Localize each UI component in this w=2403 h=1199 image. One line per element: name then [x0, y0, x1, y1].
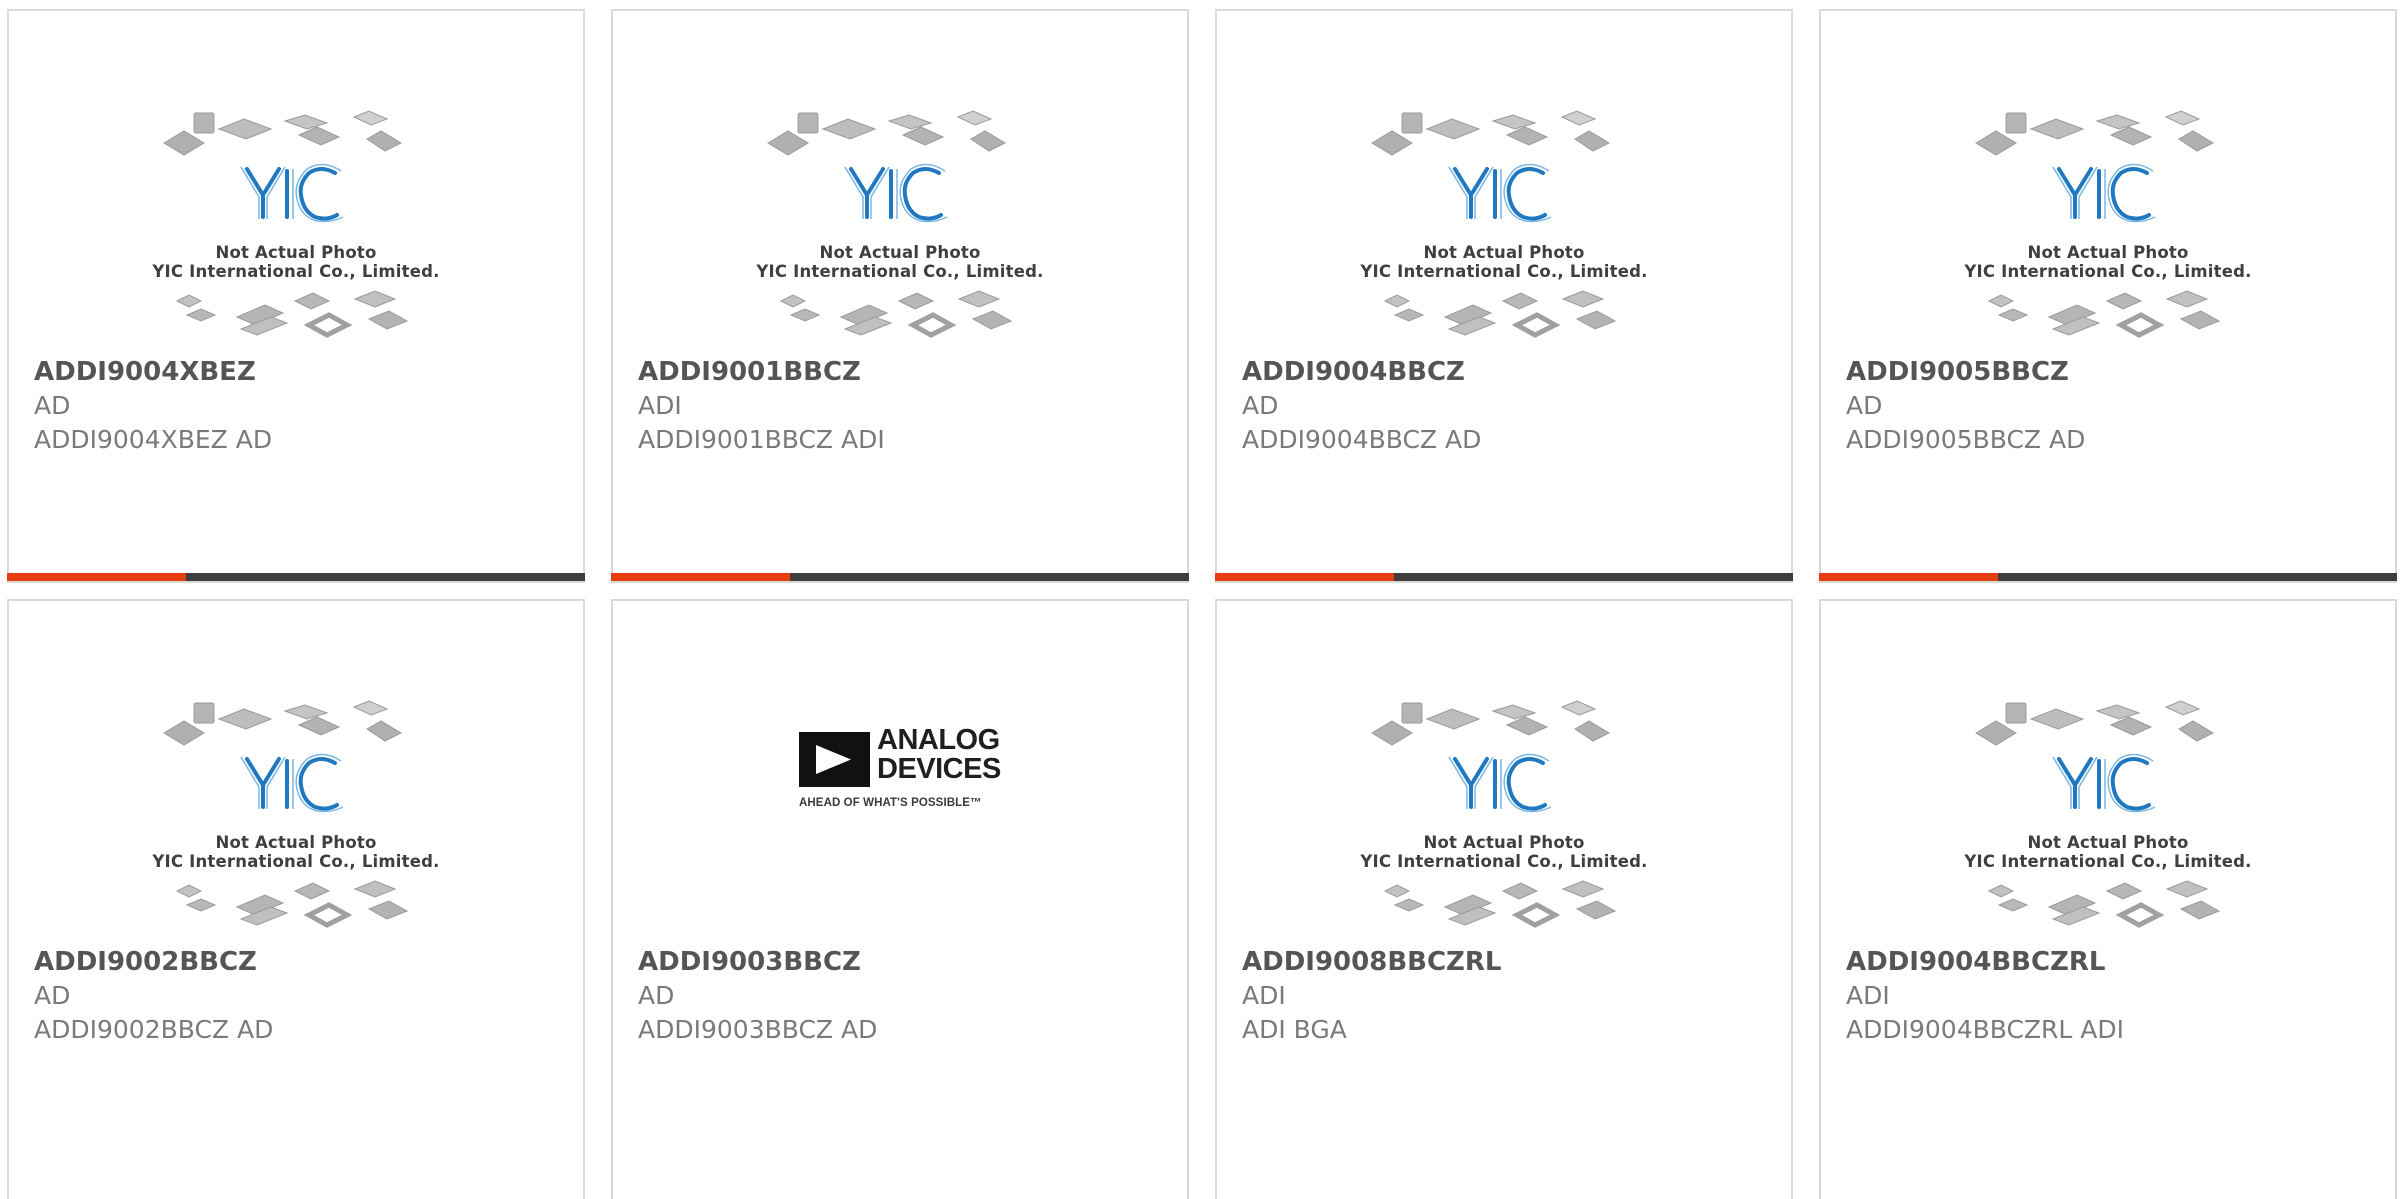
brand-label: AD — [1846, 391, 1883, 420]
brand-label: AD — [34, 391, 71, 420]
part-number-link[interactable]: ADDI9004XBEZ — [34, 355, 272, 389]
placeholder-caption-line1: Not Actual Photo — [2027, 833, 2189, 852]
logo-name-line1: ANALOG — [877, 724, 1000, 756]
product-info: ADDI9001BBCZ ADI ADDI9001BBCZ ADI — [638, 355, 885, 457]
card-accent-bar — [611, 573, 791, 581]
placeholder-caption-line2: YIC International Co., Limited. — [1360, 262, 1648, 281]
placeholder-caption-line2: YIC International Co., Limited. — [1360, 852, 1648, 871]
product-image[interactable]: Not Actual Photo YIC International Co., … — [1217, 681, 1791, 949]
product-image[interactable]: ANALOG DEVICES AHEAD OF WHAT'S POSSIBLE™ — [613, 681, 1187, 949]
product-info: ADDI9004BBCZRL ADI ADDI9004BBCZRL ADI — [1846, 945, 2124, 1047]
not-actual-photo-placeholder: Not Actual Photo YIC International Co., … — [1217, 681, 1791, 949]
card-bottom-bar — [611, 573, 1189, 581]
product-image[interactable]: Not Actual Photo YIC International Co., … — [9, 681, 583, 949]
product-description: ADDI9005BBCZ AD — [1846, 425, 2086, 454]
product-card[interactable]: Not Actual Photo YIC International Co., … — [611, 9, 1189, 583]
brand-label: AD — [34, 981, 71, 1010]
placeholder-caption-line2: YIC International Co., Limited. — [1964, 262, 2252, 281]
logo-tagline: AHEAD OF WHAT'S POSSIBLE™ — [799, 797, 982, 809]
product-info: ADDI9004XBEZ AD ADDI9004XBEZ AD — [34, 355, 272, 457]
product-description: ADDI9004BBCZ AD — [1242, 425, 1482, 454]
product-description: ADDI9002BBCZ AD — [34, 1015, 274, 1044]
placeholder-caption-line1: Not Actual Photo — [2027, 243, 2189, 262]
brand-label: ADI — [1846, 981, 1890, 1010]
product-card[interactable]: Not Actual Photo YIC International Co., … — [1215, 9, 1793, 583]
not-actual-photo-placeholder: Not Actual Photo YIC International Co., … — [1821, 681, 2395, 949]
placeholder-caption-line1: Not Actual Photo — [1423, 243, 1585, 262]
product-description: ADI BGA — [1242, 1015, 1347, 1044]
product-description: ADDI9003BBCZ AD — [638, 1015, 878, 1044]
part-number-link[interactable]: ADDI9002BBCZ — [34, 945, 273, 979]
product-info: ADDI9002BBCZ AD ADDI9002BBCZ AD — [34, 945, 273, 1047]
product-grid: Not Actual Photo YIC International Co., … — [0, 0, 2403, 1199]
product-info: ADDI9008BBCZRL ADI ADI BGA — [1242, 945, 1501, 1047]
brand-label: ADI — [1242, 981, 1286, 1010]
product-card[interactable]: ANALOG DEVICES AHEAD OF WHAT'S POSSIBLE™… — [611, 599, 1189, 1199]
product-card[interactable]: Not Actual Photo YIC International Co., … — [7, 599, 585, 1199]
product-image[interactable]: Not Actual Photo YIC International Co., … — [9, 91, 583, 359]
placeholder-caption-line2: YIC International Co., Limited. — [756, 262, 1044, 281]
not-actual-photo-placeholder: Not Actual Photo YIC International Co., … — [9, 681, 583, 949]
placeholder-caption-line2: YIC International Co., Limited. — [152, 852, 440, 871]
product-description: ADDI9004XBEZ AD — [34, 425, 273, 454]
product-info: ADDI9003BBCZ AD ADDI9003BBCZ AD — [638, 945, 877, 1047]
placeholder-caption-line1: Not Actual Photo — [215, 833, 377, 852]
product-image[interactable]: Not Actual Photo YIC International Co., … — [613, 91, 1187, 359]
part-number-link[interactable]: ADDI9004BBCZ — [1242, 355, 1481, 389]
card-accent-bar — [7, 573, 187, 581]
product-image[interactable]: Not Actual Photo YIC International Co., … — [1821, 91, 2395, 359]
placeholder-caption-line1: Not Actual Photo — [819, 243, 981, 262]
part-number-link[interactable]: ADDI9004BBCZRL — [1846, 945, 2124, 979]
product-card[interactable]: Not Actual Photo YIC International Co., … — [7, 9, 585, 583]
product-card[interactable]: Not Actual Photo YIC International Co., … — [1819, 599, 2397, 1199]
product-description: ADDI9004BBCZRL ADI — [1846, 1015, 2125, 1044]
part-number-link[interactable]: ADDI9001BBCZ — [638, 355, 885, 389]
not-actual-photo-placeholder: Not Actual Photo YIC International Co., … — [1821, 91, 2395, 359]
product-card[interactable]: Not Actual Photo YIC International Co., … — [1819, 9, 2397, 583]
card-bottom-bar — [1819, 573, 2397, 581]
product-description: ADDI9001BBCZ ADI — [638, 425, 885, 454]
not-actual-photo-placeholder: Not Actual Photo YIC International Co., … — [9, 91, 583, 359]
brand-label: AD — [638, 981, 675, 1010]
logo-name-line2: DEVICES — [877, 753, 1001, 785]
product-card[interactable]: Not Actual Photo YIC International Co., … — [1215, 599, 1793, 1199]
part-number-link[interactable]: ADDI9005BBCZ — [1846, 355, 2085, 389]
part-number-link[interactable]: ADDI9003BBCZ — [638, 945, 877, 979]
not-actual-photo-placeholder: Not Actual Photo YIC International Co., … — [1217, 91, 1791, 359]
card-bottom-bar — [7, 573, 585, 581]
placeholder-caption-line1: Not Actual Photo — [215, 243, 377, 262]
product-info: ADDI9004BBCZ AD ADDI9004BBCZ AD — [1242, 355, 1481, 457]
card-bottom-bar — [1215, 573, 1793, 581]
not-actual-photo-placeholder: Not Actual Photo YIC International Co., … — [613, 91, 1187, 359]
card-accent-bar — [1819, 573, 1999, 581]
analog-devices-logo: ANALOG DEVICES AHEAD OF WHAT'S POSSIBLE™ — [613, 681, 1187, 949]
placeholder-caption-line1: Not Actual Photo — [1423, 833, 1585, 852]
brand-label: ADI — [638, 391, 682, 420]
product-image[interactable]: Not Actual Photo YIC International Co., … — [1217, 91, 1791, 359]
product-image[interactable]: Not Actual Photo YIC International Co., … — [1821, 681, 2395, 949]
brand-label: AD — [1242, 391, 1279, 420]
placeholder-caption-line2: YIC International Co., Limited. — [152, 262, 440, 281]
card-accent-bar — [1215, 573, 1395, 581]
product-info: ADDI9005BBCZ AD ADDI9005BBCZ AD — [1846, 355, 2085, 457]
part-number-link[interactable]: ADDI9008BBCZRL — [1242, 945, 1501, 979]
placeholder-caption-line2: YIC International Co., Limited. — [1964, 852, 2252, 871]
